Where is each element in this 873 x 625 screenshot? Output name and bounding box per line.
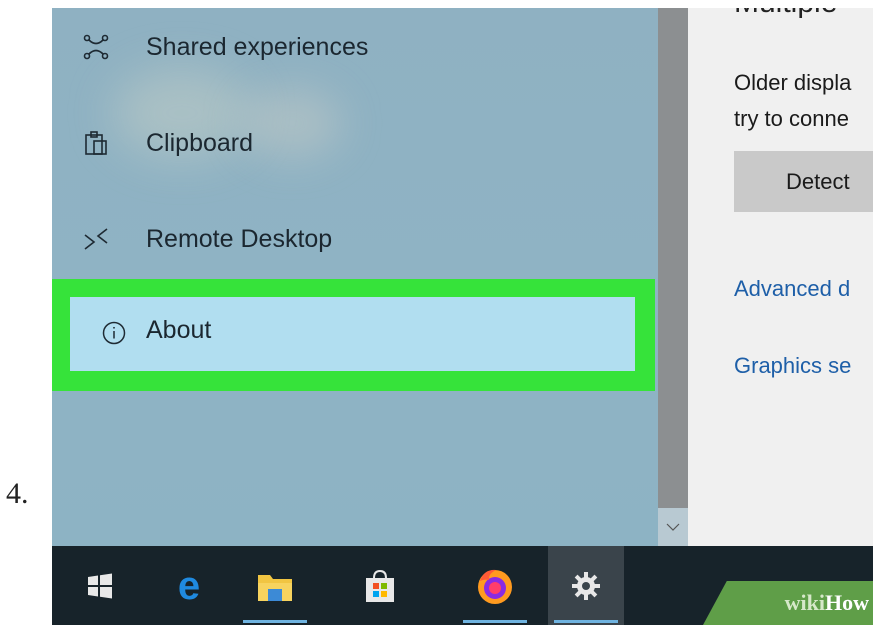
info-icon bbox=[100, 319, 128, 347]
sidebar-item-label: Remote Desktop bbox=[146, 224, 333, 253]
screenshot: Shared experiences Clipboard Remote Desk… bbox=[52, 8, 873, 625]
clipboard-icon bbox=[82, 129, 110, 157]
watermark-text: How bbox=[825, 590, 869, 615]
display-settings-panel: Multiple Older displa try to conne Detec… bbox=[688, 8, 873, 546]
description-text: Older displa bbox=[734, 70, 852, 95]
settings-gear-icon bbox=[572, 571, 600, 600]
sidebar-item-label: Clipboard bbox=[146, 128, 254, 157]
section-heading: Multiple bbox=[734, 8, 837, 20]
windows-start-icon bbox=[88, 573, 112, 598]
sidebar-item-clipboard[interactable]: Clipboard bbox=[52, 108, 658, 178]
step-number: 4. bbox=[6, 477, 29, 510]
wikihow-watermark: wiki How bbox=[703, 581, 873, 625]
remote-desktop-icon bbox=[82, 225, 110, 253]
start-button[interactable] bbox=[62, 546, 138, 625]
store-icon bbox=[366, 569, 394, 602]
watermark-text: wiki bbox=[784, 590, 825, 615]
edge-icon: e bbox=[178, 567, 200, 605]
store-taskbar-button[interactable] bbox=[342, 546, 418, 625]
sidebar-item-label: Shared experiences bbox=[146, 32, 369, 61]
scrollbar-thumb[interactable] bbox=[658, 8, 688, 508]
settings-taskbar-button[interactable] bbox=[548, 546, 624, 625]
edge-taskbar-button[interactable]: e bbox=[151, 546, 227, 625]
firefox-taskbar-button[interactable] bbox=[457, 546, 533, 625]
sidebar-item-remote-desktop[interactable]: Remote Desktop bbox=[52, 204, 658, 274]
shared-experiences-icon bbox=[82, 33, 110, 61]
scroll-down-icon[interactable] bbox=[658, 514, 688, 540]
file-explorer-taskbar-button[interactable] bbox=[237, 546, 313, 625]
description-text: try to conne bbox=[734, 106, 849, 131]
sidebar-scrollbar[interactable] bbox=[658, 8, 688, 546]
taskbar: e wiki How bbox=[52, 546, 873, 625]
graphics-settings-link[interactable]: Graphics se bbox=[734, 353, 851, 379]
open-indicator bbox=[243, 620, 307, 623]
open-indicator bbox=[554, 620, 618, 623]
file-explorer-icon bbox=[258, 574, 292, 601]
sidebar-item-about[interactable]: About bbox=[70, 297, 635, 371]
advanced-display-link[interactable]: Advanced d bbox=[734, 276, 850, 302]
highlight-box: About bbox=[52, 279, 655, 391]
sidebar-item-shared-experiences[interactable]: Shared experiences bbox=[52, 12, 658, 82]
settings-sidebar: Shared experiences Clipboard Remote Desk… bbox=[52, 8, 658, 546]
svg-text:e: e bbox=[178, 567, 200, 605]
firefox-icon bbox=[478, 569, 512, 604]
open-indicator bbox=[463, 620, 527, 623]
detect-button[interactable]: Detect bbox=[734, 151, 873, 212]
sidebar-item-label: About bbox=[146, 316, 212, 344]
